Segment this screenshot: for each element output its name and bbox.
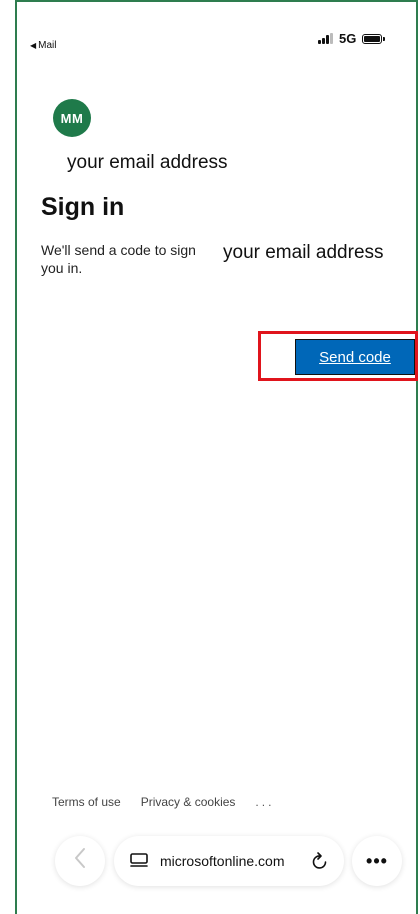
- signin-description: We'll send a code to sign you in.: [41, 242, 196, 276]
- browser-back-button[interactable]: [55, 836, 105, 886]
- battery-icon: [362, 33, 386, 44]
- reload-icon[interactable]: [310, 851, 330, 871]
- terms-of-use-link[interactable]: Terms of use: [52, 795, 121, 809]
- browser-menu-button[interactable]: •••: [352, 836, 402, 886]
- privacy-cookies-link[interactable]: Privacy & cookies: [141, 795, 236, 809]
- signin-email: your email address: [223, 242, 384, 263]
- network-label: 5G: [339, 31, 357, 46]
- url-text: microsoftonline.com: [160, 853, 285, 869]
- chevron-left-icon: [73, 847, 87, 875]
- signal-bars-icon: [318, 33, 333, 44]
- phone-screen: ◀ Mail 5G MM your email address Sign in …: [0, 0, 420, 914]
- send-code-button[interactable]: Send code: [295, 339, 415, 375]
- back-to-mail-link[interactable]: ◀ Mail: [30, 40, 57, 51]
- status-indicators: 5G: [318, 31, 386, 46]
- back-app-label: Mail: [38, 40, 57, 51]
- footer-more-button[interactable]: ...: [255, 795, 274, 809]
- account-email: your email address: [67, 152, 228, 173]
- back-triangle-icon: ◀: [30, 41, 37, 50]
- page-title: Sign in: [41, 193, 125, 221]
- address-bar[interactable]: microsoftonline.com: [114, 836, 344, 886]
- tabs-icon[interactable]: [128, 851, 150, 871]
- frame-border: [15, 0, 418, 914]
- footer-links: Terms of use Privacy & cookies ...: [52, 795, 274, 809]
- avatar: MM: [53, 99, 91, 137]
